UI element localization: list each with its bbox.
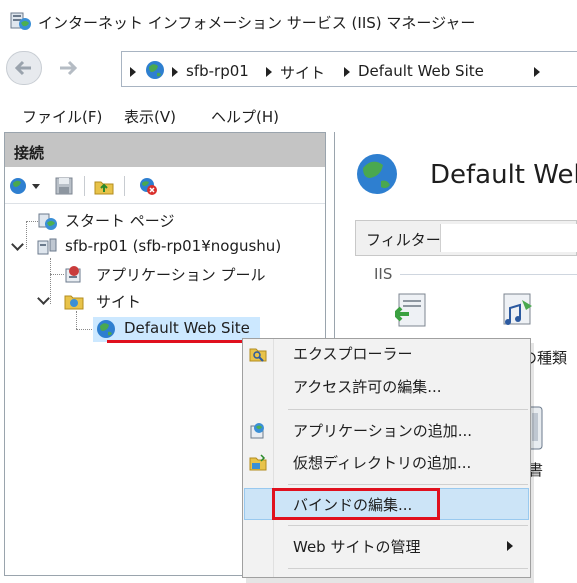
menu-help[interactable]: ヘルプ(H): [211, 106, 279, 127]
save-icon[interactable]: [54, 176, 74, 196]
menu-bar: ファイル(F) 表示(V) ヘルプ(H): [0, 98, 577, 132]
start-page-icon: [38, 211, 58, 231]
breadcrumb-server[interactable]: sfb-rp01: [186, 62, 249, 80]
tree-item-app-pools[interactable]: アプリケーション プール: [96, 264, 265, 285]
add-virtual-directory-icon: [249, 454, 267, 472]
ctx-item-add-virtual-directory[interactable]: 仮想ディレクトリの追加...: [293, 452, 471, 473]
arrow-right-icon: [60, 60, 78, 76]
breadcrumb-sites[interactable]: サイト: [280, 62, 325, 83]
chevron-right-icon[interactable]: [344, 67, 350, 77]
globe-icon: [146, 61, 164, 79]
toolbar-divider: [84, 176, 85, 196]
breadcrumb-site[interactable]: Default Web Site: [358, 62, 484, 80]
window-title: インターネット インフォメーション サービス (IIS) マネージャー: [38, 14, 476, 32]
back-button[interactable]: [6, 51, 42, 85]
explore-icon: [249, 345, 267, 363]
sites-folder-icon: [64, 291, 84, 311]
chevron-right-icon[interactable]: [130, 67, 136, 77]
forward-button[interactable]: [52, 51, 88, 85]
tree-line: [50, 258, 51, 304]
page-title: Default Web: [430, 160, 577, 190]
ctx-item-edit-permissions[interactable]: アクセス許可の編集...: [293, 376, 442, 397]
tree-line: [50, 274, 64, 275]
up-folder-icon[interactable]: [94, 176, 114, 196]
ctx-item-add-application[interactable]: アプリケーションの追加...: [293, 420, 472, 441]
submenu-arrow-icon: [507, 541, 513, 551]
connections-header: [5, 133, 325, 167]
chevron-right-icon[interactable]: [534, 67, 540, 77]
tree-line: [76, 311, 77, 329]
context-menu-separator: [288, 484, 528, 485]
tree-item-server[interactable]: sfb-rp01 (sfb-rp01¥nogushu): [65, 237, 281, 255]
authentication-feature-icon[interactable]: [392, 292, 431, 332]
context-menu-separator: [288, 525, 528, 526]
dropdown-arrow-icon[interactable]: [32, 184, 40, 189]
chevron-right-icon: [172, 67, 178, 77]
ctx-item-explore[interactable]: エクスプローラー: [293, 343, 413, 364]
disconnect-icon[interactable]: [138, 176, 158, 196]
add-application-icon: [249, 422, 267, 440]
server-icon: [36, 236, 58, 258]
group-divider: [400, 274, 577, 275]
ctx-item-manage-website[interactable]: Web サイトの管理: [293, 536, 420, 557]
tree-item-default-web-site[interactable]: Default Web Site: [124, 319, 250, 337]
filter-input[interactable]: [440, 224, 577, 252]
header-globe-icon: [354, 151, 400, 197]
app-pool-icon: [64, 264, 84, 284]
group-label-iis: IIS: [374, 265, 393, 283]
menu-file[interactable]: ファイル(F): [22, 106, 102, 127]
arrow-left-icon: [14, 60, 31, 76]
iis-app-icon: [10, 10, 32, 32]
connections-title: 接続: [14, 144, 45, 162]
connections-toolbar: [5, 167, 325, 204]
context-menu-separator: [288, 568, 528, 569]
annotation-highlight-box: [272, 488, 440, 520]
tree-line: [76, 329, 92, 330]
address-bar[interactable]: sfb-rp01 サイト Default Web Site: [121, 51, 577, 87]
annotation-underline: [107, 340, 245, 343]
context-menu-separator: [288, 409, 528, 410]
connect-globe-icon[interactable]: [9, 176, 29, 196]
chevron-right-icon[interactable]: [266, 67, 272, 77]
mime-types-feature-icon[interactable]: [500, 292, 536, 332]
menu-view[interactable]: 表示(V): [124, 106, 176, 127]
site-globe-icon: [95, 318, 117, 340]
tree-item-start-page[interactable]: スタート ページ: [65, 210, 174, 231]
toolbar-divider: [124, 176, 125, 196]
tree-item-sites[interactable]: サイト: [96, 291, 141, 312]
tree-line: [26, 221, 27, 249]
tree-line: [26, 221, 38, 222]
filter-label: フィルター:: [366, 231, 446, 249]
